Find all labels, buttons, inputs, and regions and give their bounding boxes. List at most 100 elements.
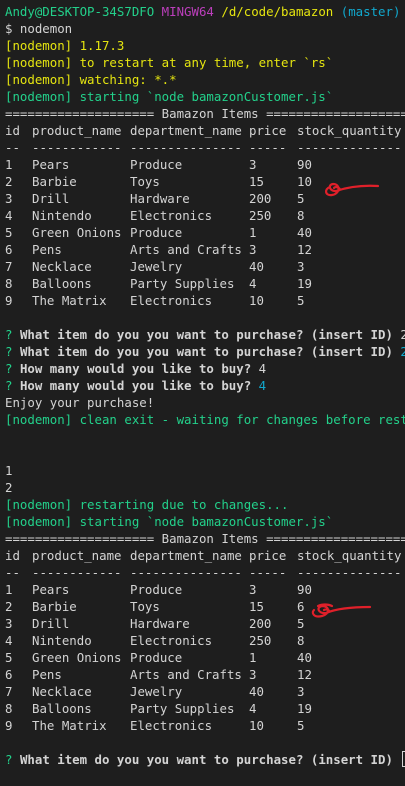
cell-department-name: Produce [130, 225, 183, 240]
divider-price: ----- [249, 140, 287, 155]
divider-stock-quantity: -------------- [297, 140, 402, 155]
quantity-question: How many would you like to buy? [19, 361, 252, 376]
items-table-1: ==================== Bamazon Items =====… [5, 105, 405, 309]
enjoy-message: Enjoy your purchase! [5, 395, 155, 410]
cell-price: 200 [249, 616, 272, 631]
cell-department-name: Jewelry [130, 259, 183, 274]
nodemon-clean-exit: [nodemon] clean exit - waiting for chang… [5, 412, 405, 427]
cell-id: 9 [5, 718, 13, 733]
cell-id: 6 [5, 667, 13, 682]
nodemon-version: [nodemon] 1.17.3 [5, 38, 125, 53]
cell-id: 8 [5, 701, 13, 716]
cell-department-name: Toys [130, 174, 160, 189]
cell-id: 4 [5, 208, 13, 223]
cell-product-name: Pens [32, 242, 62, 257]
cell-product-name: Nintendo [32, 208, 92, 223]
cell-department-name: Electronics [130, 293, 213, 308]
cell-price: 3 [249, 242, 257, 257]
purchase-question-confirmed: ? What item do you you want to purchase?… [5, 343, 405, 360]
header-price: price [249, 548, 287, 563]
cell-id: 2 [5, 599, 13, 614]
cell-product-name: Pears [32, 582, 70, 597]
quantity-answer: 4 [258, 378, 267, 393]
divider-stock-quantity: -------------- [297, 565, 402, 580]
question-mark: ? [5, 378, 13, 393]
header-product-name: product_name [32, 548, 122, 563]
cell-id: 1 [5, 157, 13, 172]
cell-product-name: Necklace [32, 684, 92, 699]
items-table-2: ==================== Bamazon Items =====… [5, 530, 405, 734]
terminal-output[interactable]: Andy@DESKTOP-34S7DFO MINGW64 /d/code/bam… [0, 0, 405, 768]
cell-product-name: Pears [32, 157, 70, 172]
divider-id: -- [5, 565, 20, 580]
cell-stock-quantity: 40 [297, 650, 312, 665]
table-row: 6 Pens Arts and Crafts 3 12 [5, 241, 405, 258]
purchase-question: What item do you you want to purchase? (… [19, 344, 393, 359]
table-divider: -- ------------ --------------- ----- --… [5, 564, 405, 581]
cell-department-name: Produce [130, 582, 183, 597]
table-row: 4 Nintendo Electronics 250 8 [5, 207, 405, 224]
cell-id: 7 [5, 684, 13, 699]
header-stock-quantity: stock_quantity [297, 123, 402, 138]
table-row: 1 Pears Produce 3 90 [5, 581, 405, 598]
table-row: 5 Green Onions Produce 1 40 [5, 649, 405, 666]
table-divider: -- ------------ --------------- ----- --… [5, 139, 405, 156]
cell-stock-quantity: 90 [297, 157, 312, 172]
cell-id: 7 [5, 259, 13, 274]
cell-product-name: Drill [32, 191, 70, 206]
cell-department-name: Electronics [130, 633, 213, 648]
header-stock-quantity: stock_quantity [297, 548, 402, 563]
purchase-question: What item do you you want to purchase? (… [19, 752, 393, 767]
nodemon-restarting: [nodemon] restarting due to changes... [5, 497, 289, 512]
cell-product-name: Barbie [32, 599, 77, 614]
cell-product-name: Nintendo [32, 633, 92, 648]
cell-id: 3 [5, 616, 13, 631]
table-header: id product_name department_name price st… [5, 547, 405, 564]
cell-department-name: Jewelry [130, 684, 183, 699]
table-banner: ==================== Bamazon Items =====… [5, 106, 405, 121]
cell-stock-quantity: 5 [297, 293, 305, 308]
nodemon-restart-hint: [nodemon] to restart at any time, enter … [5, 55, 334, 70]
cell-price: 250 [249, 633, 272, 648]
cell-product-name: Pens [32, 667, 62, 682]
question-mark: ? [5, 327, 13, 342]
header-department-name: department_name [130, 548, 242, 563]
table-row: 8 Balloons Party Supplies 4 19 [5, 275, 405, 292]
cell-stock-quantity: 40 [297, 225, 312, 240]
cell-department-name: Electronics [130, 718, 213, 733]
prompt-path: /d/code/bamazon [221, 4, 334, 19]
cell-stock-quantity: 5 [297, 718, 305, 733]
nodemon-starting: [nodemon] starting `node bamazonCustomer… [5, 89, 334, 104]
cell-price: 3 [249, 582, 257, 597]
table-row: 1 Pears Produce 3 90 [5, 156, 405, 173]
cell-department-name: Arts and Crafts [130, 242, 242, 257]
cell-price: 15 [249, 174, 264, 189]
cell-stock-quantity: 8 [297, 633, 305, 648]
table-row: 7 Necklace Jewelry 40 3 [5, 683, 405, 700]
cell-product-name: The Matrix [32, 718, 107, 733]
cell-department-name: Toys [130, 599, 160, 614]
cell-stock-quantity: 12 [297, 242, 312, 257]
purchase-question-typed: ? What item do you you want to purchase?… [5, 326, 405, 343]
cell-price: 1 [249, 225, 257, 240]
table-row: 9 The Matrix Electronics 10 5 [5, 292, 405, 309]
cell-id: 6 [5, 242, 13, 257]
active-input-line[interactable]: ? What item do you you want to purchase?… [5, 751, 405, 768]
command-line: $ nodemon [5, 21, 73, 36]
cell-department-name: Party Supplies [130, 276, 235, 291]
purchase-answer-typed: 2 [400, 327, 405, 342]
table-row: 8 Balloons Party Supplies 4 19 [5, 700, 405, 717]
cell-price: 3 [249, 157, 257, 172]
header-department-name: department_name [130, 123, 242, 138]
quantity-question: How many would you like to buy? [19, 378, 252, 393]
cell-stock-quantity: 19 [297, 701, 312, 716]
divider-department-name: --------------- [130, 565, 242, 580]
header-price: price [249, 123, 287, 138]
prompt-user: Andy@DESKTOP-34S7DFO [5, 4, 155, 19]
cell-price: 3 [249, 667, 257, 682]
cell-price: 1 [249, 650, 257, 665]
header-id: id [5, 548, 20, 563]
